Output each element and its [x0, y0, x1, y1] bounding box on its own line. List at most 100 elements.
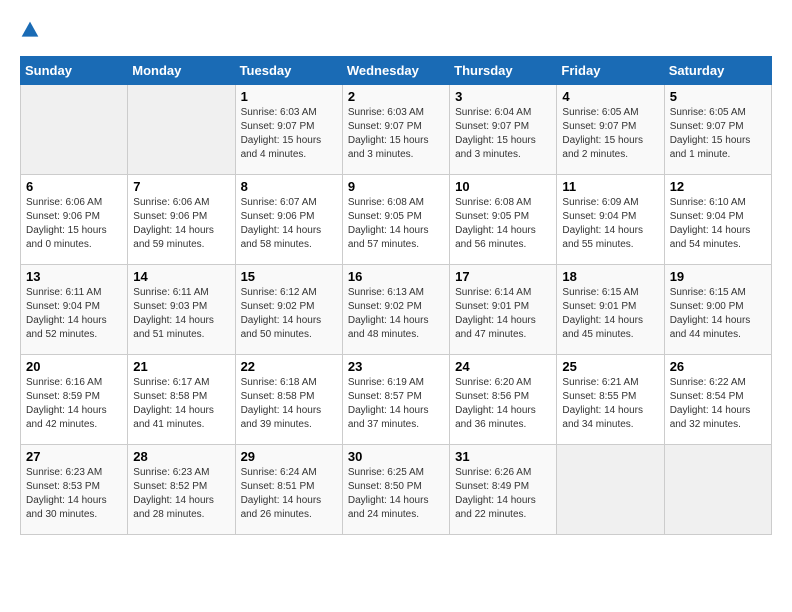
- day-number: 29: [241, 449, 337, 464]
- day-number: 3: [455, 89, 551, 104]
- calendar-week-row: 20Sunrise: 6:16 AM Sunset: 8:59 PM Dayli…: [21, 355, 772, 445]
- day-number: 23: [348, 359, 444, 374]
- calendar-cell: 26 Sunrise: 6:22 AM Sunset: 8:54 PM Dayli…: [664, 355, 771, 445]
- page-header: [20, 20, 772, 40]
- day-info: Sunrise: 6:08 AM Sunset: 9:05 PM Dayligh…: [455, 196, 551, 252]
- day-number: 17: [455, 269, 551, 284]
- day-info: Sunrise: 6:15 AM Sunset: 9:00 PM Dayligh…: [670, 286, 766, 342]
- calendar-cell: 28 Sunrise: 6:23 AM Sunset: 8:52 PM Dayli…: [128, 445, 235, 535]
- calendar-week-row: 1 Sunrise: 6:03 AM Sunset: 9:07 PM Daylig…: [21, 85, 772, 175]
- calendar-week-row: 6 Sunrise: 6:06 AM Sunset: 9:06 PM Daylig…: [21, 175, 772, 265]
- day-number: 12: [670, 179, 766, 194]
- calendar-cell: 15 Sunrise: 6:12 AM Sunset: 9:02 PM Dayli…: [235, 265, 342, 355]
- day-info: Sunrise: 6:05 AM Sunset: 9:07 PM Dayligh…: [562, 106, 658, 162]
- day-number: 21: [133, 359, 229, 374]
- calendar-cell: 18 Sunrise: 6:15 AM Sunset: 9:01 PM Dayli…: [557, 265, 664, 355]
- weekday-header: Saturday: [664, 57, 771, 85]
- calendar-cell: 5 Sunrise: 6:05 AM Sunset: 9:07 PM Daylig…: [664, 85, 771, 175]
- calendar-cell: 23 Sunrise: 6:19 AM Sunset: 8:57 PM Dayli…: [342, 355, 449, 445]
- day-info: Sunrise: 6:04 AM Sunset: 9:07 PM Dayligh…: [455, 106, 551, 162]
- calendar-cell: [557, 445, 664, 535]
- day-info: Sunrise: 6:05 AM Sunset: 9:07 PM Dayligh…: [670, 106, 766, 162]
- day-number: 24: [455, 359, 551, 374]
- day-number: 16: [348, 269, 444, 284]
- calendar-cell: 22Sunrise: 6:18 AM Sunset: 8:58 PM Dayli…: [235, 355, 342, 445]
- day-info: Sunrise: 6:26 AM Sunset: 8:49 PM Dayligh…: [455, 466, 551, 522]
- day-info: Sunrise: 6:25 AM Sunset: 8:50 PM Dayligh…: [348, 466, 444, 522]
- weekday-header: Thursday: [450, 57, 557, 85]
- calendar-cell: [664, 445, 771, 535]
- day-info: Sunrise: 6:13 AM Sunset: 9:02 PM Dayligh…: [348, 286, 444, 342]
- day-info: Sunrise: 6:23 AM Sunset: 8:52 PM Dayligh…: [133, 466, 229, 522]
- calendar-cell: 7 Sunrise: 6:06 AM Sunset: 9:06 PM Daylig…: [128, 175, 235, 265]
- calendar-cell: [21, 85, 128, 175]
- calendar-cell: 12 Sunrise: 6:10 AM Sunset: 9:04 PM Dayli…: [664, 175, 771, 265]
- calendar-table: SundayMondayTuesdayWednesdayThursdayFrid…: [20, 56, 772, 535]
- weekday-header: Wednesday: [342, 57, 449, 85]
- calendar-cell: [128, 85, 235, 175]
- day-info: Sunrise: 6:15 AM Sunset: 9:01 PM Dayligh…: [562, 286, 658, 342]
- day-info: Sunrise: 6:14 AM Sunset: 9:01 PM Dayligh…: [455, 286, 551, 342]
- calendar-body: 1 Sunrise: 6:03 AM Sunset: 9:07 PM Daylig…: [21, 85, 772, 535]
- day-number: 27: [26, 449, 122, 464]
- calendar-cell: 8 Sunrise: 6:07 AM Sunset: 9:06 PM Daylig…: [235, 175, 342, 265]
- calendar-cell: 21 Sunrise: 6:17 AM Sunset: 8:58 PM Dayli…: [128, 355, 235, 445]
- day-info: Sunrise: 6:06 AM Sunset: 9:06 PM Dayligh…: [26, 196, 122, 252]
- day-info: Sunrise: 6:07 AM Sunset: 9:06 PM Dayligh…: [241, 196, 337, 252]
- day-number: 5: [670, 89, 766, 104]
- calendar-cell: 4 Sunrise: 6:05 AM Sunset: 9:07 PM Daylig…: [557, 85, 664, 175]
- day-info: Sunrise: 6:10 AM Sunset: 9:04 PM Dayligh…: [670, 196, 766, 252]
- day-info: Sunrise: 6:18 AM Sunset: 8:58 PM Dayligh…: [241, 376, 337, 432]
- calendar-cell: 27Sunrise: 6:23 AM Sunset: 8:53 PM Dayli…: [21, 445, 128, 535]
- day-number: 2: [348, 89, 444, 104]
- day-info: Sunrise: 6:06 AM Sunset: 9:06 PM Dayligh…: [133, 196, 229, 252]
- day-number: 30: [348, 449, 444, 464]
- calendar-cell: 13 Sunrise: 6:11 AM Sunset: 9:04 PM Dayli…: [21, 265, 128, 355]
- calendar-cell: 29Sunrise: 6:24 AM Sunset: 8:51 PM Dayli…: [235, 445, 342, 535]
- day-info: Sunrise: 6:11 AM Sunset: 9:04 PM Dayligh…: [26, 286, 122, 342]
- calendar-cell: 1 Sunrise: 6:03 AM Sunset: 9:07 PM Daylig…: [235, 85, 342, 175]
- day-info: Sunrise: 6:03 AM Sunset: 9:07 PM Dayligh…: [241, 106, 337, 162]
- calendar-header: SundayMondayTuesdayWednesdayThursdayFrid…: [21, 57, 772, 85]
- day-number: 1: [241, 89, 337, 104]
- calendar-cell: 14 Sunrise: 6:11 AM Sunset: 9:03 PM Dayli…: [128, 265, 235, 355]
- calendar-week-row: 13 Sunrise: 6:11 AM Sunset: 9:04 PM Dayli…: [21, 265, 772, 355]
- day-info: Sunrise: 6:11 AM Sunset: 9:03 PM Dayligh…: [133, 286, 229, 342]
- calendar-cell: 16 Sunrise: 6:13 AM Sunset: 9:02 PM Dayli…: [342, 265, 449, 355]
- day-number: 13: [26, 269, 122, 284]
- calendar-cell: 30 Sunrise: 6:25 AM Sunset: 8:50 PM Dayli…: [342, 445, 449, 535]
- day-number: 31: [455, 449, 551, 464]
- calendar-cell: 20Sunrise: 6:16 AM Sunset: 8:59 PM Dayli…: [21, 355, 128, 445]
- weekday-header: Monday: [128, 57, 235, 85]
- weekday-header: Sunday: [21, 57, 128, 85]
- day-info: Sunrise: 6:08 AM Sunset: 9:05 PM Dayligh…: [348, 196, 444, 252]
- day-info: Sunrise: 6:03 AM Sunset: 9:07 PM Dayligh…: [348, 106, 444, 162]
- day-info: Sunrise: 6:16 AM Sunset: 8:59 PM Dayligh…: [26, 376, 122, 432]
- day-number: 7: [133, 179, 229, 194]
- day-info: Sunrise: 6:17 AM Sunset: 8:58 PM Dayligh…: [133, 376, 229, 432]
- day-number: 14: [133, 269, 229, 284]
- day-number: 8: [241, 179, 337, 194]
- calendar-cell: 10 Sunrise: 6:08 AM Sunset: 9:05 PM Dayli…: [450, 175, 557, 265]
- day-number: 28: [133, 449, 229, 464]
- day-number: 6: [26, 179, 122, 194]
- calendar-cell: 3 Sunrise: 6:04 AM Sunset: 9:07 PM Daylig…: [450, 85, 557, 175]
- day-number: 4: [562, 89, 658, 104]
- calendar-cell: 6 Sunrise: 6:06 AM Sunset: 9:06 PM Daylig…: [21, 175, 128, 265]
- weekday-row: SundayMondayTuesdayWednesdayThursdayFrid…: [21, 57, 772, 85]
- day-number: 10: [455, 179, 551, 194]
- day-number: 15: [241, 269, 337, 284]
- day-info: Sunrise: 6:19 AM Sunset: 8:57 PM Dayligh…: [348, 376, 444, 432]
- calendar-cell: 24Sunrise: 6:20 AM Sunset: 8:56 PM Dayli…: [450, 355, 557, 445]
- calendar-cell: 19Sunrise: 6:15 AM Sunset: 9:00 PM Dayli…: [664, 265, 771, 355]
- calendar-cell: 9 Sunrise: 6:08 AM Sunset: 9:05 PM Daylig…: [342, 175, 449, 265]
- day-info: Sunrise: 6:12 AM Sunset: 9:02 PM Dayligh…: [241, 286, 337, 342]
- day-info: Sunrise: 6:22 AM Sunset: 8:54 PM Dayligh…: [670, 376, 766, 432]
- calendar-cell: 2 Sunrise: 6:03 AM Sunset: 9:07 PM Daylig…: [342, 85, 449, 175]
- calendar-cell: 11Sunrise: 6:09 AM Sunset: 9:04 PM Dayli…: [557, 175, 664, 265]
- weekday-header: Friday: [557, 57, 664, 85]
- day-number: 26: [670, 359, 766, 374]
- day-number: 9: [348, 179, 444, 194]
- day-number: 18: [562, 269, 658, 284]
- weekday-header: Tuesday: [235, 57, 342, 85]
